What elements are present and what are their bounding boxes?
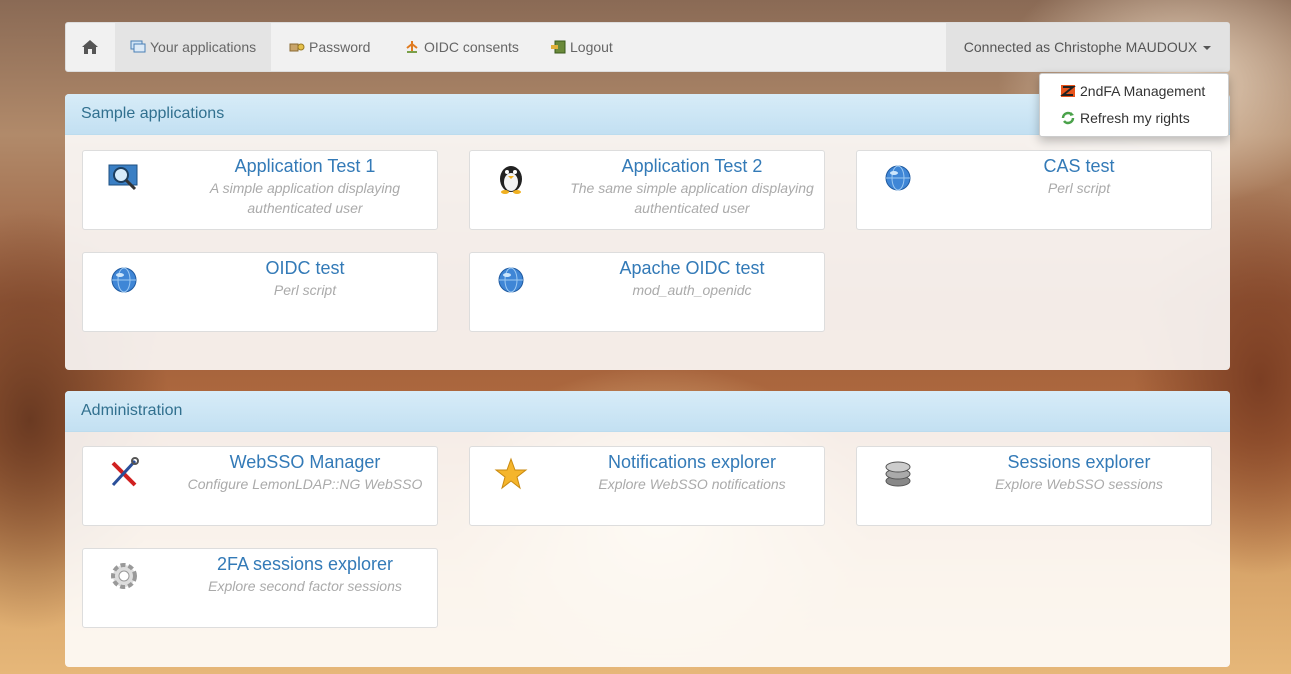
2fa-icon	[1060, 85, 1076, 97]
nav-link-label: Your applications	[150, 39, 257, 55]
app-description: Explore WebSSO sessions	[995, 476, 1163, 492]
consent-icon	[406, 41, 418, 53]
user-dropdown-menu: 2ndFA Management Refresh my rights	[1039, 73, 1229, 137]
nav-link-label: Password	[309, 39, 371, 55]
app-name: Notifications explorer	[607, 452, 777, 472]
menu-item-label: Refresh my rights	[1080, 110, 1190, 126]
home-button[interactable]	[66, 23, 114, 71]
menu-item-refresh-rights[interactable]: Refresh my rights	[1060, 106, 1190, 130]
category-title: Administration	[65, 391, 1230, 432]
menu-item-label: 2ndFA Management	[1080, 83, 1206, 99]
app-name: Sessions explorer	[1007, 452, 1151, 472]
user-menu-toggle[interactable]: Connected as Christophe MAUDOUX	[946, 23, 1229, 71]
app-tile-sessions-explorer[interactable]: Sessions explorer Explore WebSSO session…	[856, 446, 1212, 526]
category-panel-administration: Administration WebSSO Manager Configure …	[65, 391, 1230, 667]
app-description: Explore second factor sessions	[208, 578, 402, 594]
tools-icon	[111, 457, 139, 487]
nav-link-label: OIDC consents	[424, 39, 519, 55]
app-name: CAS test	[1043, 156, 1115, 176]
app-tile-2fa-sessions-explorer[interactable]: 2FA sessions explorer Explore second fac…	[82, 548, 438, 628]
magnifier-screen-icon	[108, 164, 138, 191]
menu-item-2fa-management[interactable]: 2ndFA Management	[1060, 79, 1205, 103]
app-name: Apache OIDC test	[619, 258, 765, 278]
nav-link-label: Logout	[570, 39, 613, 55]
gear-icon	[111, 563, 137, 589]
app-tile-notifications-explorer[interactable]: Notifications explorer Explore WebSSO no…	[469, 446, 825, 526]
refresh-icon	[1061, 111, 1075, 125]
nav-oidc-consents[interactable]: OIDC consents	[404, 23, 519, 71]
apps-icon	[130, 40, 146, 53]
database-icon	[885, 461, 911, 487]
app-name: Application Test 1	[234, 156, 376, 176]
caret-down-icon	[1203, 46, 1212, 50]
app-name: WebSSO Manager	[229, 452, 381, 472]
app-description: mod_auth_openidc	[632, 282, 752, 298]
app-tile-apache-oidc-test[interactable]: Apache OIDC test mod_auth_openidc	[469, 252, 825, 332]
app-description: A simple application displaying authenti…	[209, 180, 401, 216]
app-tile-oidc-test[interactable]: OIDC test Perl script	[82, 252, 438, 332]
key-icon	[289, 43, 305, 52]
nav-logout[interactable]: Logout	[550, 23, 613, 71]
nav-your-applications[interactable]: Your applications	[115, 23, 272, 71]
globe-icon	[111, 267, 137, 293]
app-description: Configure LemonLDAP::NG WebSSO	[187, 476, 423, 492]
globe-icon	[498, 267, 524, 293]
logout-icon	[551, 40, 566, 54]
app-name: 2FA sessions explorer	[216, 554, 394, 574]
user-label: Connected as Christophe MAUDOUX	[963, 39, 1198, 55]
app-tile-cas-test[interactable]: CAS test Perl script	[856, 150, 1212, 230]
app-tile-application-test-2[interactable]: Application Test 2 The same simple appli…	[469, 150, 825, 230]
nav-password[interactable]: Password	[289, 23, 370, 71]
app-name: Application Test 2	[621, 156, 763, 176]
app-description: The same simple application displaying a…	[570, 180, 814, 216]
app-tile-application-test-1[interactable]: Application Test 1 A simple application …	[82, 150, 438, 230]
globe-icon	[885, 165, 911, 191]
home-icon	[82, 40, 98, 54]
penguin-icon	[500, 166, 522, 194]
top-navbar: Your applications Password OIDC consents…	[65, 22, 1230, 72]
app-description: Explore WebSSO notifications	[598, 476, 786, 492]
app-tile-websso-manager[interactable]: WebSSO Manager Configure LemonLDAP::NG W…	[82, 446, 438, 526]
star-icon	[494, 457, 528, 490]
app-name: OIDC test	[265, 258, 345, 278]
app-description: Perl script	[273, 282, 337, 298]
app-description: Perl script	[1047, 180, 1111, 196]
